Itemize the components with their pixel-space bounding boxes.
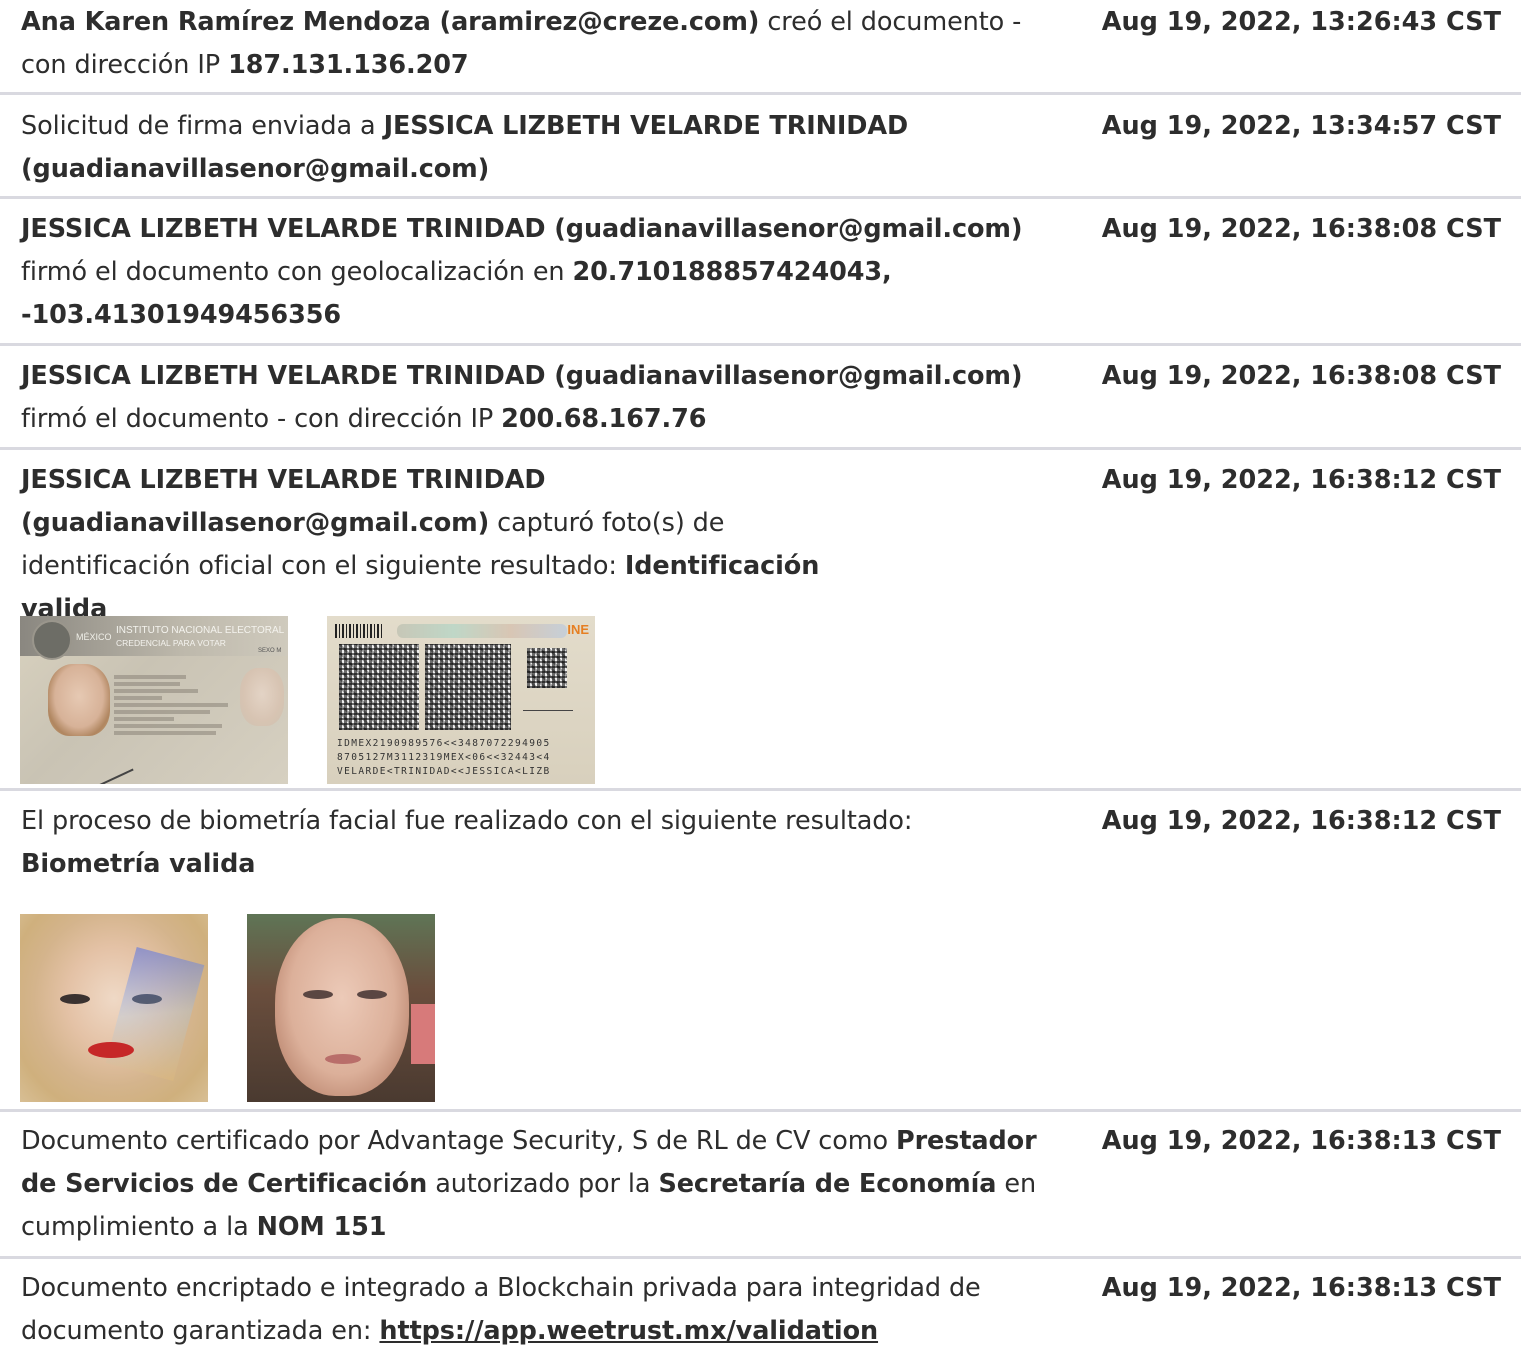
entry-text: firmó el documento - con dirección IP (21, 404, 502, 434)
entry-timestamp: Aug 19, 2022, 16:38:08 CST (1101, 214, 1501, 244)
entry-description: El proceso de biometría facial fue reali… (21, 800, 961, 886)
id-face-photo (20, 914, 208, 1102)
entry-description: Solicitud de firma enviada a JESSICA LIZ… (21, 105, 1071, 191)
audit-entry-certification: Documento certificado por Advantage Secu… (0, 1112, 1521, 1259)
authority-name: Secretaría de Economía (658, 1169, 997, 1199)
id-title: CREDENCIAL PARA VOTAR (116, 638, 226, 648)
id-front-image: MÉXICO INSTITUTO NACIONAL ELECTORAL CRED… (20, 616, 288, 784)
id-ghost-photo (240, 668, 284, 726)
audit-entry-blockchain: Documento encriptado e integrado a Block… (0, 1259, 1521, 1360)
id-institution: INSTITUTO NACIONAL ELECTORAL (116, 625, 285, 636)
entry-description: JESSICA LIZBETH VELARDE TRINIDAD (guadia… (21, 208, 1071, 337)
entry-description: JESSICA LIZBETH VELARDE TRINIDAD (guadia… (21, 355, 1071, 441)
entry-timestamp: Aug 19, 2022, 16:38:12 CST (1101, 465, 1501, 495)
qr-code-icon (527, 648, 567, 688)
entry-timestamp: Aug 19, 2022, 16:38:13 CST (1101, 1273, 1501, 1303)
entry-timestamp: Aug 19, 2022, 13:26:43 CST (1101, 7, 1501, 37)
entry-text: Documento certificado por Advantage Secu… (21, 1126, 896, 1156)
audit-entry-signed-geo: JESSICA LIZBETH VELARDE TRINIDAD (guadia… (0, 199, 1521, 346)
entry-text: El proceso de biometría facial fue reali… (21, 806, 913, 836)
id-back-image: INE IDMEX2190989576<<3487072294905 87051… (327, 616, 595, 784)
mrz-line: IDMEX2190989576<<3487072294905 (337, 738, 551, 749)
qr-code-icon (339, 644, 419, 730)
entry-description: Documento encriptado e integrado a Block… (21, 1267, 1071, 1353)
result-text: Biometría valida (21, 849, 256, 879)
ip-address: 187.131.136.207 (228, 50, 469, 80)
audit-entry-biometrics: El proceso de biometría facial fue reali… (0, 791, 1521, 1112)
selfie-photo (247, 914, 435, 1102)
id-photo (48, 664, 110, 736)
id-country: MÉXICO (76, 632, 112, 642)
entry-text: firmó el documento con geolocalización e… (21, 257, 573, 287)
mrz-line: VELARDE<TRINIDAD<<JESSICA<LIZB (337, 766, 551, 777)
entry-description: Ana Karen Ramírez Mendoza (aramirez@crez… (21, 1, 1071, 87)
entry-timestamp: Aug 19, 2022, 13:34:57 CST (1101, 111, 1501, 141)
entry-timestamp: Aug 19, 2022, 16:38:13 CST (1101, 1126, 1501, 1156)
norm-name: NOM 151 (256, 1212, 387, 1242)
entry-timestamp: Aug 19, 2022, 16:38:08 CST (1101, 361, 1501, 391)
barcode-icon (335, 624, 383, 638)
qr-code-icon (425, 644, 511, 730)
entry-description: Documento certificado por Advantage Secu… (21, 1120, 1071, 1249)
validation-link[interactable]: https://app.weetrust.mx/validation (379, 1316, 878, 1346)
audit-entry-id-capture: JESSICA LIZBETH VELARDE TRINIDAD (guadia… (0, 450, 1521, 791)
seal-icon (32, 620, 72, 660)
actor-name: JESSICA LIZBETH VELARDE TRINIDAD (guadia… (21, 465, 546, 538)
entry-description: JESSICA LIZBETH VELARDE TRINIDAD (guadia… (21, 459, 901, 631)
mrz-line: 8705127M3112319MEX<06<<32443<4 (337, 752, 551, 763)
signature-mark (523, 696, 573, 711)
entry-text: autorizado por la (427, 1169, 659, 1199)
ine-logo: INE (567, 622, 589, 637)
actor-name: JESSICA LIZBETH VELARDE TRINIDAD (guadia… (21, 361, 1023, 391)
id-data-lines (114, 672, 234, 738)
entry-text: Solicitud de firma enviada a (21, 111, 384, 141)
ip-address: 200.68.167.76 (501, 404, 707, 434)
signature-mark (86, 746, 134, 784)
audit-entry-signed-ip: JESSICA LIZBETH VELARDE TRINIDAD (guadia… (0, 346, 1521, 450)
audit-entry-signature-request: Solicitud de firma enviada a JESSICA LIZ… (0, 95, 1521, 199)
audit-entry-created: Ana Karen Ramírez Mendoza (aramirez@crez… (0, 0, 1521, 95)
actor-name: Ana Karen Ramírez Mendoza (aramirez@crez… (21, 7, 760, 37)
id-sex: SEXO M (258, 648, 282, 654)
actor-name: JESSICA LIZBETH VELARDE TRINIDAD (guadia… (21, 214, 1023, 244)
entry-timestamp: Aug 19, 2022, 16:38:12 CST (1101, 806, 1501, 836)
